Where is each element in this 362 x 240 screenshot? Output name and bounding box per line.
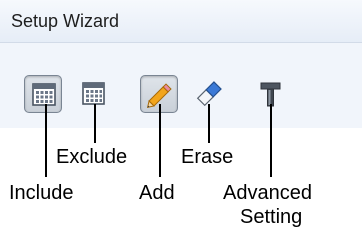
erase-callout: Erase bbox=[181, 146, 234, 168]
setup-wizard-window: Setup Wizard bbox=[0, 0, 362, 128]
add-leader-line bbox=[159, 104, 161, 177]
include-button[interactable] bbox=[24, 75, 62, 113]
exclude-callout: Exclude bbox=[56, 146, 128, 168]
title-bar: Setup Wizard bbox=[0, 0, 362, 43]
exclude-leader-line bbox=[94, 104, 96, 143]
add-callout: Add bbox=[139, 182, 175, 204]
advanced-leader-line bbox=[270, 104, 272, 177]
advanced-callout-line1: Advanced bbox=[223, 182, 312, 204]
window-title: Setup Wizard bbox=[11, 11, 120, 31]
include-callout: Include bbox=[9, 182, 74, 204]
include-leader-line bbox=[45, 104, 47, 177]
toolbar bbox=[0, 43, 362, 128]
calendar-include-icon bbox=[32, 83, 56, 106]
erase-leader-line bbox=[208, 104, 210, 143]
advanced-callout-line2: Setting bbox=[240, 206, 303, 228]
